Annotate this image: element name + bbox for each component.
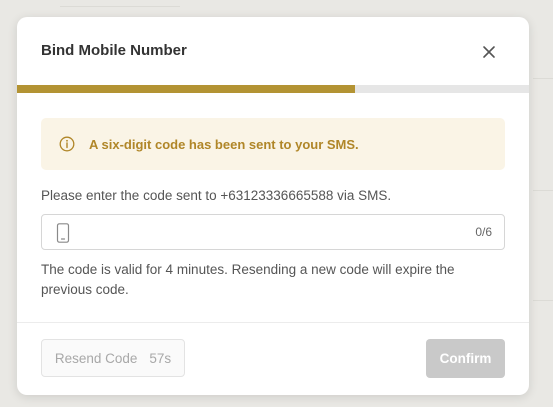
alert-message: A six-digit code has been sent to your S…: [89, 137, 359, 152]
sms-sent-alert: A six-digit code has been sent to your S…: [41, 118, 505, 170]
resend-code-button[interactable]: Resend Code 57s: [41, 339, 185, 377]
info-circle-icon: [59, 136, 75, 152]
validity-note: The code is valid for 4 minutes. Resendi…: [41, 262, 455, 297]
close-button[interactable]: [479, 42, 499, 62]
verification-code-field[interactable]: 0/6: [41, 214, 505, 250]
backdrop-line: [533, 190, 553, 191]
mobile-phone-icon: [56, 223, 70, 243]
close-icon: [483, 46, 495, 58]
confirm-button[interactable]: Confirm: [426, 339, 505, 378]
code-prompt: Please enter the code sent to +631233366…: [41, 188, 392, 203]
backdrop-line: [533, 300, 553, 301]
backdrop-line: [60, 6, 180, 7]
progress-fill: [17, 85, 355, 93]
resend-label: Resend Code: [54, 350, 138, 366]
verification-code-input[interactable]: [82, 215, 462, 249]
dialog-title: Bind Mobile Number: [41, 42, 187, 59]
progress-bar: [17, 85, 529, 93]
backdrop-line: [533, 78, 553, 79]
bind-mobile-dialog: Bind Mobile Number A six-digit code has …: [17, 17, 529, 395]
footer-divider: [17, 322, 529, 323]
char-count: 0/6: [475, 225, 492, 239]
resend-countdown: 57s: [149, 350, 172, 366]
